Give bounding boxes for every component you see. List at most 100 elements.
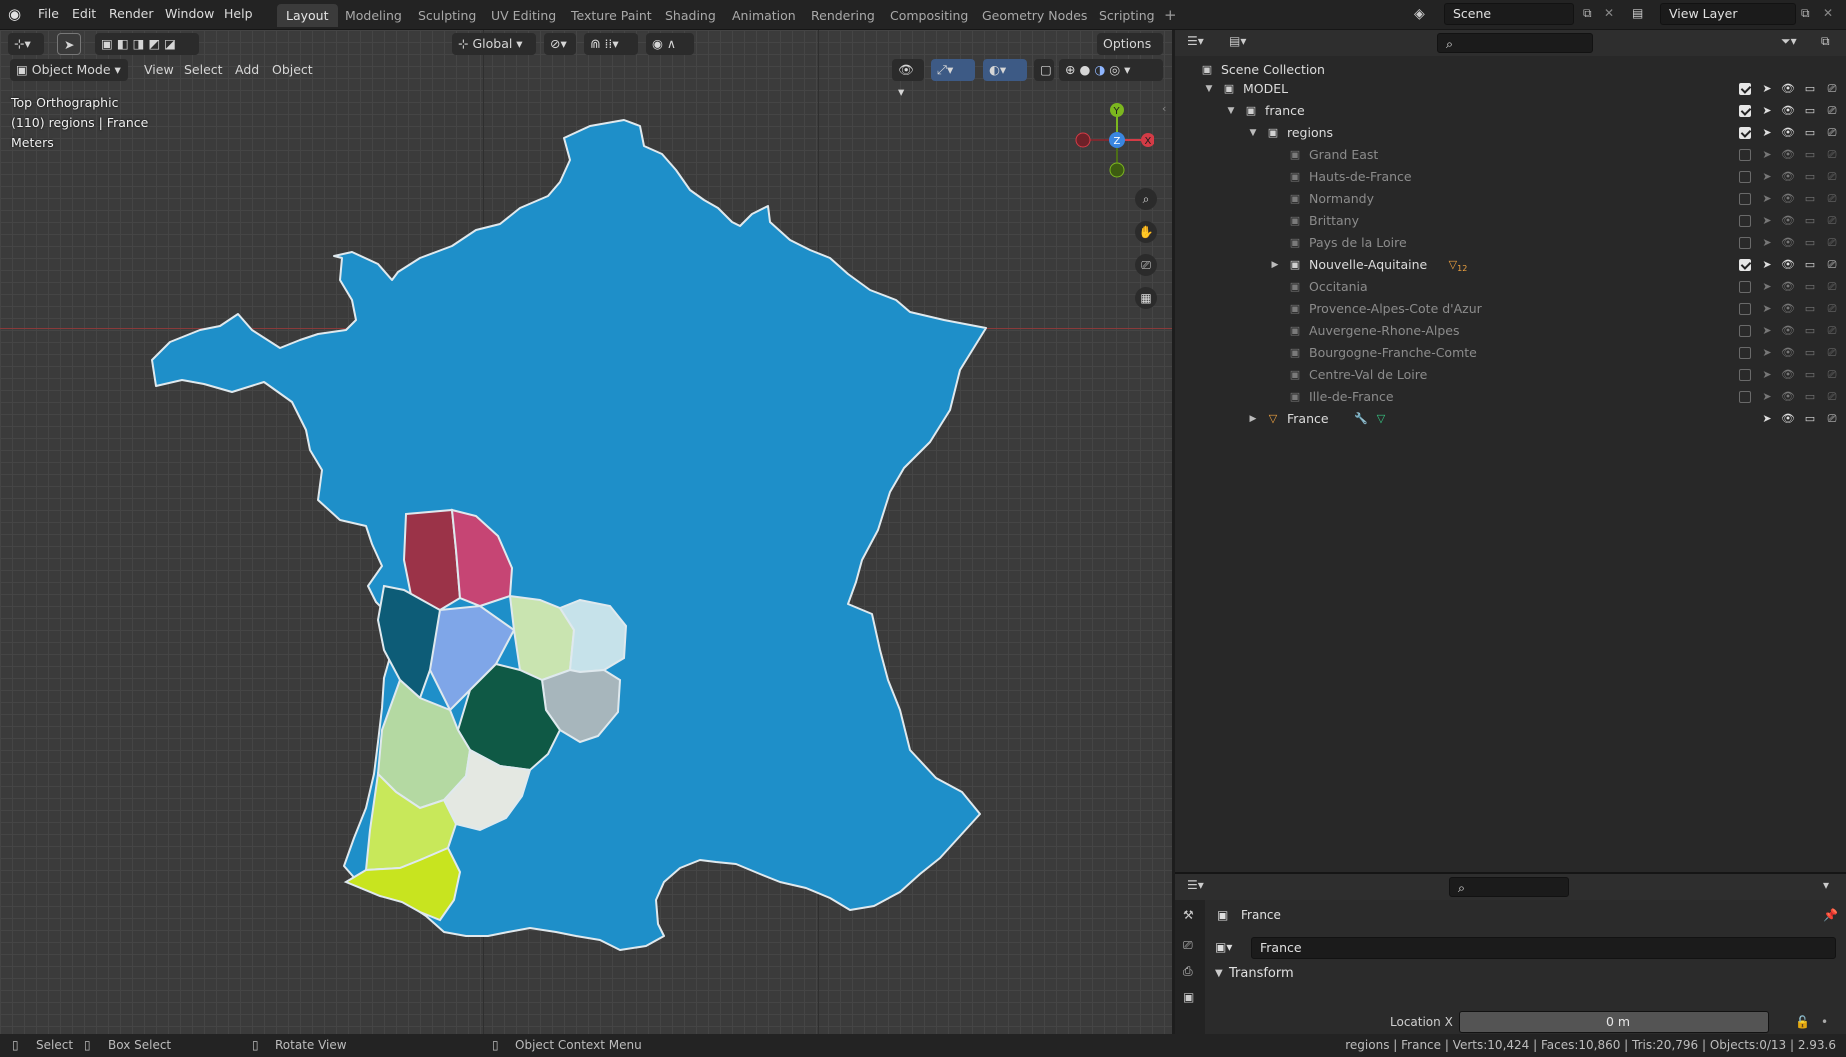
camera-render-icon[interactable]: ⎚ bbox=[1824, 389, 1840, 405]
camera-render-icon[interactable]: ⎚ bbox=[1824, 279, 1840, 295]
render-tab-icon[interactable]: ⎚ bbox=[1183, 938, 1193, 953]
outliner-row[interactable]: ▣ Pays de la Loire ➤ 👁 ▭ ⎚ bbox=[1175, 232, 1846, 254]
outliner-row[interactable]: ▣ Occitania ➤ 👁 ▭ ⎚ bbox=[1175, 276, 1846, 298]
select-arrow-icon[interactable]: ➤ bbox=[1759, 169, 1775, 185]
outliner-search-input[interactable]: ⌕ bbox=[1437, 33, 1593, 53]
select-arrow-icon[interactable]: ➤ bbox=[1759, 81, 1775, 97]
view-layer-field[interactable]: View Layer bbox=[1660, 3, 1796, 25]
pin-icon[interactable]: 📌 bbox=[1823, 908, 1838, 922]
output-tab-icon[interactable]: ⎙ bbox=[1183, 964, 1193, 979]
monitor-icon[interactable]: ▭ bbox=[1802, 147, 1818, 163]
monitor-icon[interactable]: ▭ bbox=[1802, 191, 1818, 207]
properties-search-input[interactable]: ⌕ bbox=[1449, 877, 1569, 897]
camera-render-icon[interactable]: ⎚ bbox=[1824, 147, 1840, 163]
select-arrow-icon[interactable]: ➤ bbox=[1759, 235, 1775, 251]
exclude-checkbox[interactable] bbox=[1739, 193, 1751, 205]
france-map[interactable] bbox=[0, 30, 1172, 1034]
camera-render-icon[interactable]: ⎚ bbox=[1824, 367, 1840, 383]
camera-render-icon[interactable]: ⎚ bbox=[1824, 125, 1840, 141]
menu-help[interactable]: Help bbox=[224, 6, 253, 21]
exclude-checkbox[interactable] bbox=[1739, 391, 1751, 403]
camera-render-icon[interactable]: ⎚ bbox=[1824, 169, 1840, 185]
menu-edit[interactable]: Edit bbox=[72, 6, 96, 21]
exclude-checkbox[interactable] bbox=[1739, 127, 1751, 139]
scene-name-field[interactable]: Scene bbox=[1444, 3, 1574, 25]
exclude-checkbox[interactable] bbox=[1739, 369, 1751, 381]
tab-geometry-nodes[interactable]: Geometry Nodes bbox=[973, 4, 1096, 27]
monitor-icon[interactable]: ▭ bbox=[1802, 367, 1818, 383]
eye-icon[interactable]: 👁 bbox=[1780, 191, 1796, 207]
select-arrow-icon[interactable]: ➤ bbox=[1759, 125, 1775, 141]
expand-arrow-closed-icon[interactable]: ▶ bbox=[1267, 257, 1283, 273]
eye-icon[interactable]: 👁 bbox=[1780, 323, 1796, 339]
monitor-icon[interactable]: ▭ bbox=[1802, 169, 1818, 185]
monitor-icon[interactable]: ▭ bbox=[1802, 213, 1818, 229]
exclude-checkbox[interactable] bbox=[1739, 259, 1751, 271]
view-layer-browse-icon[interactable]: ▤ bbox=[1632, 6, 1643, 20]
menu-file[interactable]: File bbox=[38, 6, 59, 21]
exclude-checkbox[interactable] bbox=[1739, 325, 1751, 337]
exclude-checkbox[interactable] bbox=[1739, 303, 1751, 315]
eye-icon[interactable]: 👁 bbox=[1780, 411, 1796, 427]
select-arrow-icon[interactable]: ➤ bbox=[1759, 279, 1775, 295]
select-arrow-icon[interactable]: ➤ bbox=[1759, 301, 1775, 317]
expand-arrow-open-icon[interactable]: ▼ bbox=[1223, 103, 1239, 119]
lock-icon[interactable]: 🔓 bbox=[1795, 1015, 1810, 1029]
camera-render-icon[interactable]: ⎚ bbox=[1824, 323, 1840, 339]
eye-icon[interactable]: 👁 bbox=[1780, 301, 1796, 317]
monitor-icon[interactable]: ▭ bbox=[1802, 279, 1818, 295]
3d-viewport[interactable]: ⊹▾ ➤ ▣ ◧ ◨ ◩ ◪ ⊹ Global ▾ ⊘▾ ⋒ ⁞⁞▾ ◉ ∧ O… bbox=[0, 30, 1172, 1034]
outliner-row[interactable]: ▶ ▣ Nouvelle-Aquitaine ▽12 ➤ 👁 ▭ ⎚ bbox=[1175, 254, 1846, 276]
data-name-field[interactable]: France bbox=[1251, 937, 1836, 959]
outliner-row[interactable]: ▣ Grand East ➤ 👁 ▭ ⎚ bbox=[1175, 144, 1846, 166]
new-view-layer-icon[interactable]: ⧉ bbox=[1801, 6, 1810, 21]
add-workspace-icon[interactable]: + bbox=[1164, 6, 1177, 24]
outliner-row[interactable]: ▣ Centre-Val de Loire ➤ 👁 ▭ ⎚ bbox=[1175, 364, 1846, 386]
tab-uv-editing[interactable]: UV Editing bbox=[482, 4, 565, 27]
monitor-icon[interactable]: ▭ bbox=[1802, 103, 1818, 119]
outliner-row[interactable]: ▣ Provence-Alpes-Cote d'Azur ➤ 👁 ▭ ⎚ bbox=[1175, 298, 1846, 320]
exclude-checkbox[interactable] bbox=[1739, 171, 1751, 183]
tab-sculpting[interactable]: Sculpting bbox=[409, 4, 485, 27]
filter-icon[interactable]: ⏷▾ bbox=[1781, 34, 1797, 49]
outliner-row[interactable]: ▼ ▣ MODEL ➤ 👁 ▭ ⎚ bbox=[1175, 78, 1846, 100]
exclude-checkbox[interactable] bbox=[1739, 83, 1751, 95]
monitor-icon[interactable]: ▭ bbox=[1802, 235, 1818, 251]
outliner-row[interactable]: ▶ ▽ France 🔧 ▽ ➤ 👁 ▭ ⎚ bbox=[1175, 408, 1846, 430]
panel-collapse-icon[interactable]: ▼ bbox=[1215, 968, 1223, 979]
monitor-icon[interactable]: ▭ bbox=[1802, 301, 1818, 317]
eye-icon[interactable]: 👁 bbox=[1780, 367, 1796, 383]
select-arrow-icon[interactable]: ➤ bbox=[1759, 257, 1775, 273]
monitor-icon[interactable]: ▭ bbox=[1802, 81, 1818, 97]
select-arrow-icon[interactable]: ➤ bbox=[1759, 213, 1775, 229]
camera-render-icon[interactable]: ⎚ bbox=[1824, 103, 1840, 119]
eye-icon[interactable]: 👁 bbox=[1780, 257, 1796, 273]
outliner-row[interactable]: ▼ ▣ regions ➤ 👁 ▭ ⎚ bbox=[1175, 122, 1846, 144]
tab-animation[interactable]: Animation bbox=[723, 4, 805, 27]
select-arrow-icon[interactable]: ➤ bbox=[1759, 323, 1775, 339]
exclude-checkbox[interactable] bbox=[1739, 149, 1751, 161]
exclude-checkbox[interactable] bbox=[1739, 347, 1751, 359]
monitor-icon[interactable]: ▭ bbox=[1802, 323, 1818, 339]
exclude-checkbox[interactable] bbox=[1739, 215, 1751, 227]
select-arrow-icon[interactable]: ➤ bbox=[1759, 103, 1775, 119]
select-arrow-icon[interactable]: ➤ bbox=[1759, 345, 1775, 361]
expand-arrow-closed-icon[interactable]: ▶ bbox=[1245, 411, 1261, 427]
eye-icon[interactable]: 👁 bbox=[1780, 345, 1796, 361]
tab-layout[interactable]: Layout bbox=[277, 4, 338, 27]
keyframe-dot-icon[interactable]: • bbox=[1821, 1015, 1828, 1029]
select-arrow-icon[interactable]: ➤ bbox=[1759, 367, 1775, 383]
outliner-row[interactable]: ▣ Brittany ➤ 👁 ▭ ⎚ bbox=[1175, 210, 1846, 232]
outliner-editor-type-icon[interactable]: ☰▾ bbox=[1187, 34, 1204, 48]
scene-browse-icon[interactable]: ◈ bbox=[1414, 6, 1425, 22]
menu-render[interactable]: Render bbox=[109, 6, 154, 21]
menu-window[interactable]: Window bbox=[165, 6, 214, 21]
view-layer-tab-icon[interactable]: ▣ bbox=[1183, 990, 1194, 1004]
transform-panel-title[interactable]: Transform bbox=[1229, 966, 1294, 981]
eye-icon[interactable]: 👁 bbox=[1780, 147, 1796, 163]
tab-shading[interactable]: Shading bbox=[656, 4, 725, 27]
properties-editor-type-icon[interactable]: ☰▾ bbox=[1187, 878, 1204, 892]
data-browse-icon[interactable]: ▣▾ bbox=[1215, 940, 1232, 954]
outliner-row[interactable]: ▣ Ille-de-France ➤ 👁 ▭ ⎚ bbox=[1175, 386, 1846, 408]
eye-icon[interactable]: 👁 bbox=[1780, 279, 1796, 295]
